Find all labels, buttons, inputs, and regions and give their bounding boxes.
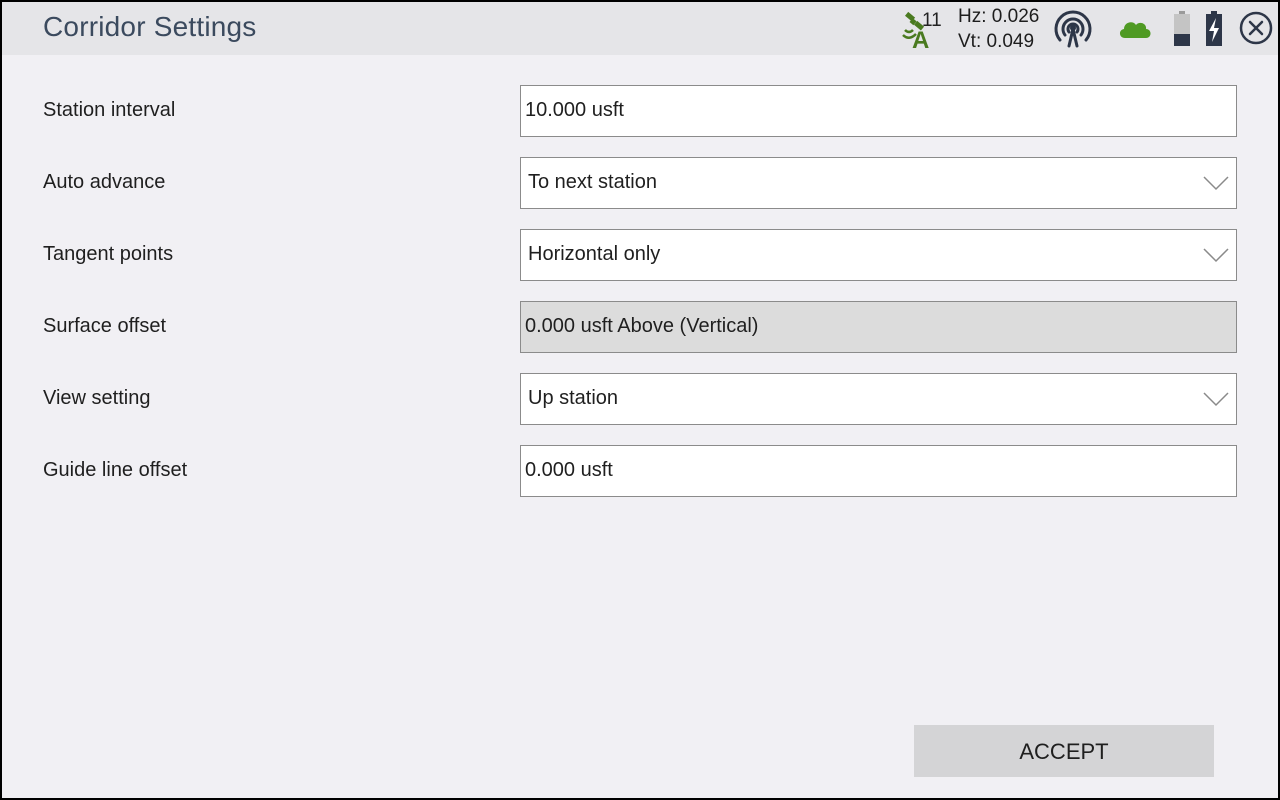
- tangent-points-row: Tangent points Horizontal only: [2, 229, 1278, 281]
- radio-icon[interactable]: [1054, 10, 1092, 48]
- tangent-points-label: Tangent points: [43, 243, 174, 265]
- surface-offset-label: Surface offset: [43, 315, 167, 337]
- auto-advance-dropdown[interactable]: To next station: [520, 157, 1237, 209]
- chevron-down-icon: [1203, 392, 1229, 407]
- guide-line-offset-row: Guide line offset 0.000 usft: [2, 445, 1278, 497]
- accept-button[interactable]: ACCEPT: [914, 725, 1214, 777]
- station-interval-row: Station interval 10.000 usft: [2, 85, 1278, 137]
- chevron-down-icon: [1203, 248, 1229, 263]
- auto-advance-label: Auto advance: [43, 171, 166, 193]
- view-setting-value: Up station: [528, 387, 619, 409]
- auto-advance-row: Auto advance To next station: [2, 157, 1278, 209]
- vt-precision: Vt: 0.049: [958, 31, 1035, 52]
- view-setting-dropdown[interactable]: Up station: [520, 373, 1237, 425]
- hz-precision: Hz: 0.026: [958, 6, 1040, 27]
- battery-charging-icon[interactable]: [1204, 10, 1224, 48]
- satellite-count: 11: [922, 10, 942, 31]
- accept-button-label: ACCEPT: [1019, 739, 1109, 764]
- view-setting-row: View setting Up station: [2, 373, 1278, 425]
- station-interval-value: 10.000 usft: [525, 99, 624, 121]
- title-bar: Corridor Settings A 11 Hz: 0.026 Vt: 0.0…: [2, 2, 1278, 55]
- satellite-status[interactable]: A 11: [902, 8, 952, 52]
- surface-offset-row: Surface offset 0.000 usft Above (Vertica…: [2, 301, 1278, 353]
- guide-line-offset-value: 0.000 usft: [525, 459, 613, 481]
- guide-line-offset-input[interactable]: 0.000 usft: [520, 445, 1237, 497]
- auto-advance-value: To next station: [528, 171, 657, 193]
- page-title: Corridor Settings: [43, 11, 257, 42]
- station-interval-input[interactable]: 10.000 usft: [520, 85, 1237, 137]
- view-setting-label: View setting: [43, 387, 151, 409]
- station-interval-label: Station interval: [43, 99, 176, 121]
- cloud-icon[interactable]: [1116, 16, 1154, 42]
- precision-readout[interactable]: Hz: 0.026 Vt: 0.049: [958, 4, 1048, 57]
- guide-line-offset-label: Guide line offset: [43, 459, 188, 481]
- corridor-settings-window: Corridor Settings A 11 Hz: 0.026 Vt: 0.0…: [2, 2, 1278, 798]
- chevron-down-icon: [1203, 176, 1229, 191]
- battery-icon[interactable]: [1172, 10, 1192, 48]
- surface-offset-field[interactable]: 0.000 usft Above (Vertical): [520, 301, 1237, 353]
- tangent-points-value: Horizontal only: [528, 243, 661, 265]
- surface-offset-value: 0.000 usft Above (Vertical): [525, 315, 759, 337]
- tangent-points-dropdown[interactable]: Horizontal only: [520, 229, 1237, 281]
- close-icon[interactable]: [1238, 10, 1274, 46]
